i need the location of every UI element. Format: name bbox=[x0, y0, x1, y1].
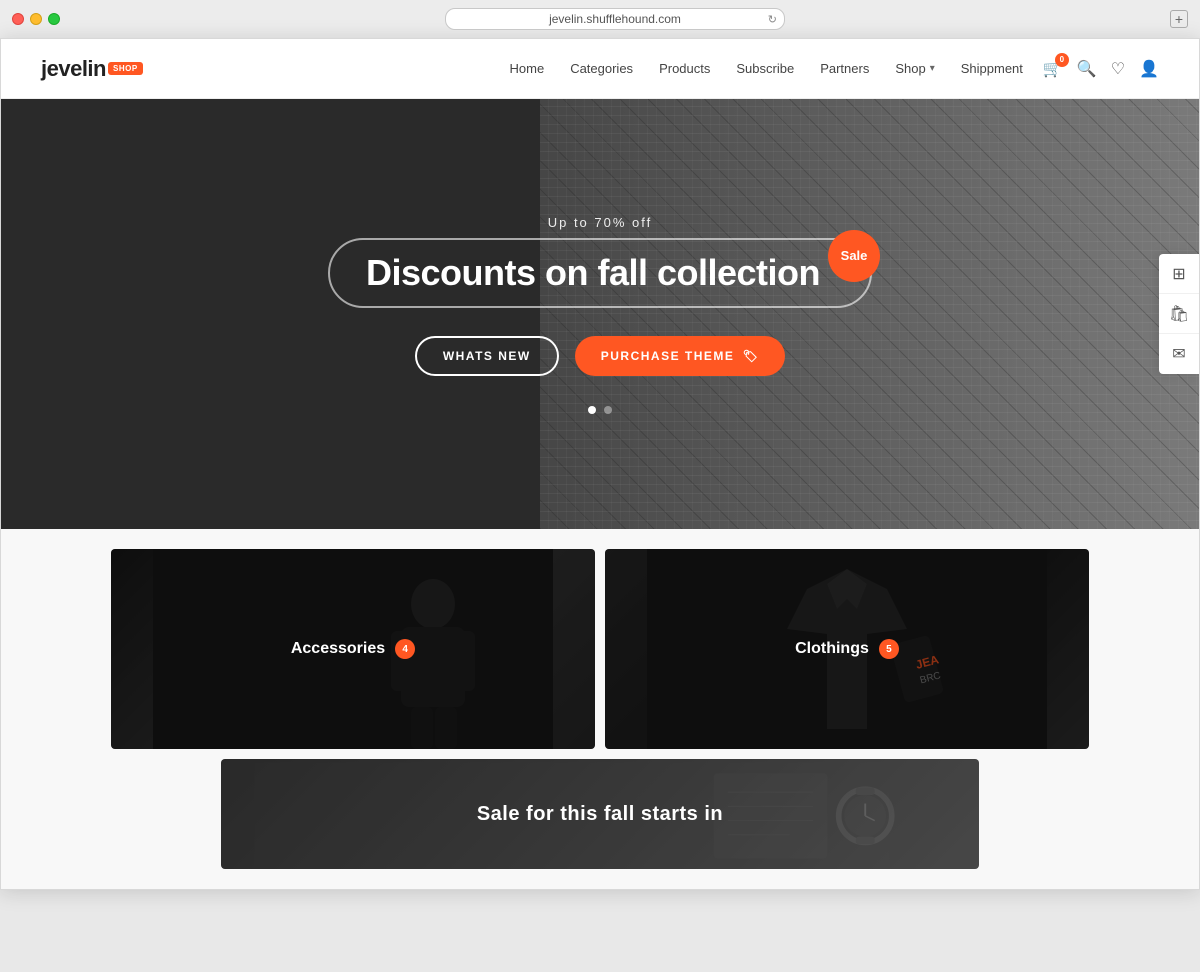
close-button[interactable] bbox=[12, 13, 24, 25]
side-widgets: ⊞ 🛍 ✉ bbox=[1159, 254, 1199, 374]
mail-widget[interactable]: ✉ bbox=[1159, 334, 1199, 374]
layers-widget[interactable]: ⊞ bbox=[1159, 254, 1199, 294]
browser-chrome: jevelin.shufflehound.com ↻ + bbox=[0, 0, 1200, 38]
clothings-info: Clothings 5 bbox=[795, 639, 899, 659]
hero-buttons: WHATS NEW PURCHASE THEME 🏷 bbox=[328, 336, 872, 376]
reload-icon[interactable]: ↻ bbox=[768, 13, 777, 26]
category-accessories[interactable]: Accessories 4 bbox=[111, 549, 595, 749]
cart-button[interactable]: 🛒 0 bbox=[1043, 59, 1063, 79]
user-icon: 👤 bbox=[1139, 61, 1159, 78]
accessories-count: 4 bbox=[395, 639, 415, 659]
sale-badge: Sale bbox=[828, 230, 880, 282]
categories-row: Accessories 4 JEA BRC bbox=[111, 549, 1089, 749]
categories-section: Accessories 4 JEA BRC bbox=[1, 529, 1199, 889]
clothings-name: Clothings bbox=[795, 640, 869, 658]
browser-titlebar: jevelin.shufflehound.com ↻ + bbox=[0, 0, 1200, 38]
hero-subtitle: Up to 70% off bbox=[328, 215, 872, 230]
hero-title: Discounts on fall collection bbox=[366, 252, 820, 294]
tag-icon: 🏷 bbox=[742, 349, 759, 363]
nav-home[interactable]: Home bbox=[510, 61, 545, 76]
nav-links: Home Categories Products Subscribe Partn… bbox=[510, 60, 1023, 78]
hero-title-border: Discounts on fall collection bbox=[328, 238, 872, 308]
fall-sale-section: Sale for this fall starts in bbox=[221, 759, 979, 869]
chevron-down-icon: ▾ bbox=[930, 63, 935, 74]
user-button[interactable]: 👤 bbox=[1139, 59, 1159, 79]
accessories-name: Accessories bbox=[291, 640, 385, 658]
logo-text: jevelin bbox=[41, 56, 106, 82]
layers-icon: ⊞ bbox=[1172, 264, 1185, 284]
search-icon: 🔍 bbox=[1077, 61, 1097, 78]
nav-shippment[interactable]: Shippment bbox=[961, 61, 1023, 76]
nav-icons: 🛒 0 🔍 ♡ 👤 bbox=[1043, 59, 1159, 79]
hero-title-wrapper: Discounts on fall collection Sale bbox=[328, 238, 872, 308]
bag-widget[interactable]: 🛍 bbox=[1159, 294, 1199, 334]
url-input[interactable]: jevelin.shufflehound.com bbox=[445, 8, 785, 30]
nav-categories[interactable]: Categories bbox=[570, 61, 633, 76]
cart-badge: 0 bbox=[1055, 53, 1069, 67]
hero-section: ⊞ 🛍 ✉ Up to 70% off Discounts on fall co… bbox=[1, 99, 1199, 529]
minimize-button[interactable] bbox=[30, 13, 42, 25]
purchase-label: PURCHASE THEME bbox=[601, 349, 735, 363]
logo-badge: SHOP bbox=[108, 62, 143, 75]
hero-dots bbox=[328, 406, 872, 414]
nav-shop[interactable]: Shop ▾ bbox=[895, 61, 934, 76]
address-bar: jevelin.shufflehound.com ↻ bbox=[86, 8, 1144, 30]
nav-partners[interactable]: Partners bbox=[820, 61, 869, 76]
navbar: jevelinSHOP Home Categories Products Sub… bbox=[1, 39, 1199, 99]
maximize-button[interactable] bbox=[48, 13, 60, 25]
hero-dot-1[interactable] bbox=[588, 406, 596, 414]
fall-sale-text: Sale for this fall starts in bbox=[477, 803, 723, 826]
clothings-count: 5 bbox=[879, 639, 899, 659]
new-tab-button[interactable]: + bbox=[1170, 10, 1188, 28]
nav-subscribe[interactable]: Subscribe bbox=[736, 61, 794, 76]
website-content: jevelinSHOP Home Categories Products Sub… bbox=[0, 38, 1200, 890]
bag-icon: 🛍 bbox=[1169, 304, 1189, 324]
wishlist-button[interactable]: ♡ bbox=[1111, 59, 1125, 79]
logo[interactable]: jevelinSHOP bbox=[41, 56, 143, 82]
nav-products[interactable]: Products bbox=[659, 61, 710, 76]
category-clothings[interactable]: JEA BRC Clothings 5 bbox=[605, 549, 1089, 749]
accessories-info: Accessories 4 bbox=[291, 639, 415, 659]
nav-shop-link[interactable]: Shop bbox=[895, 61, 925, 76]
envelope-icon: ✉ bbox=[1172, 344, 1185, 364]
search-button[interactable]: 🔍 bbox=[1077, 59, 1097, 79]
hero-content: Up to 70% off Discounts on fall collecti… bbox=[328, 215, 872, 414]
hero-dot-2[interactable] bbox=[604, 406, 612, 414]
heart-icon: ♡ bbox=[1111, 61, 1125, 78]
purchase-theme-button[interactable]: PURCHASE THEME 🏷 bbox=[575, 336, 785, 376]
whats-new-button[interactable]: WHATS NEW bbox=[415, 336, 559, 376]
